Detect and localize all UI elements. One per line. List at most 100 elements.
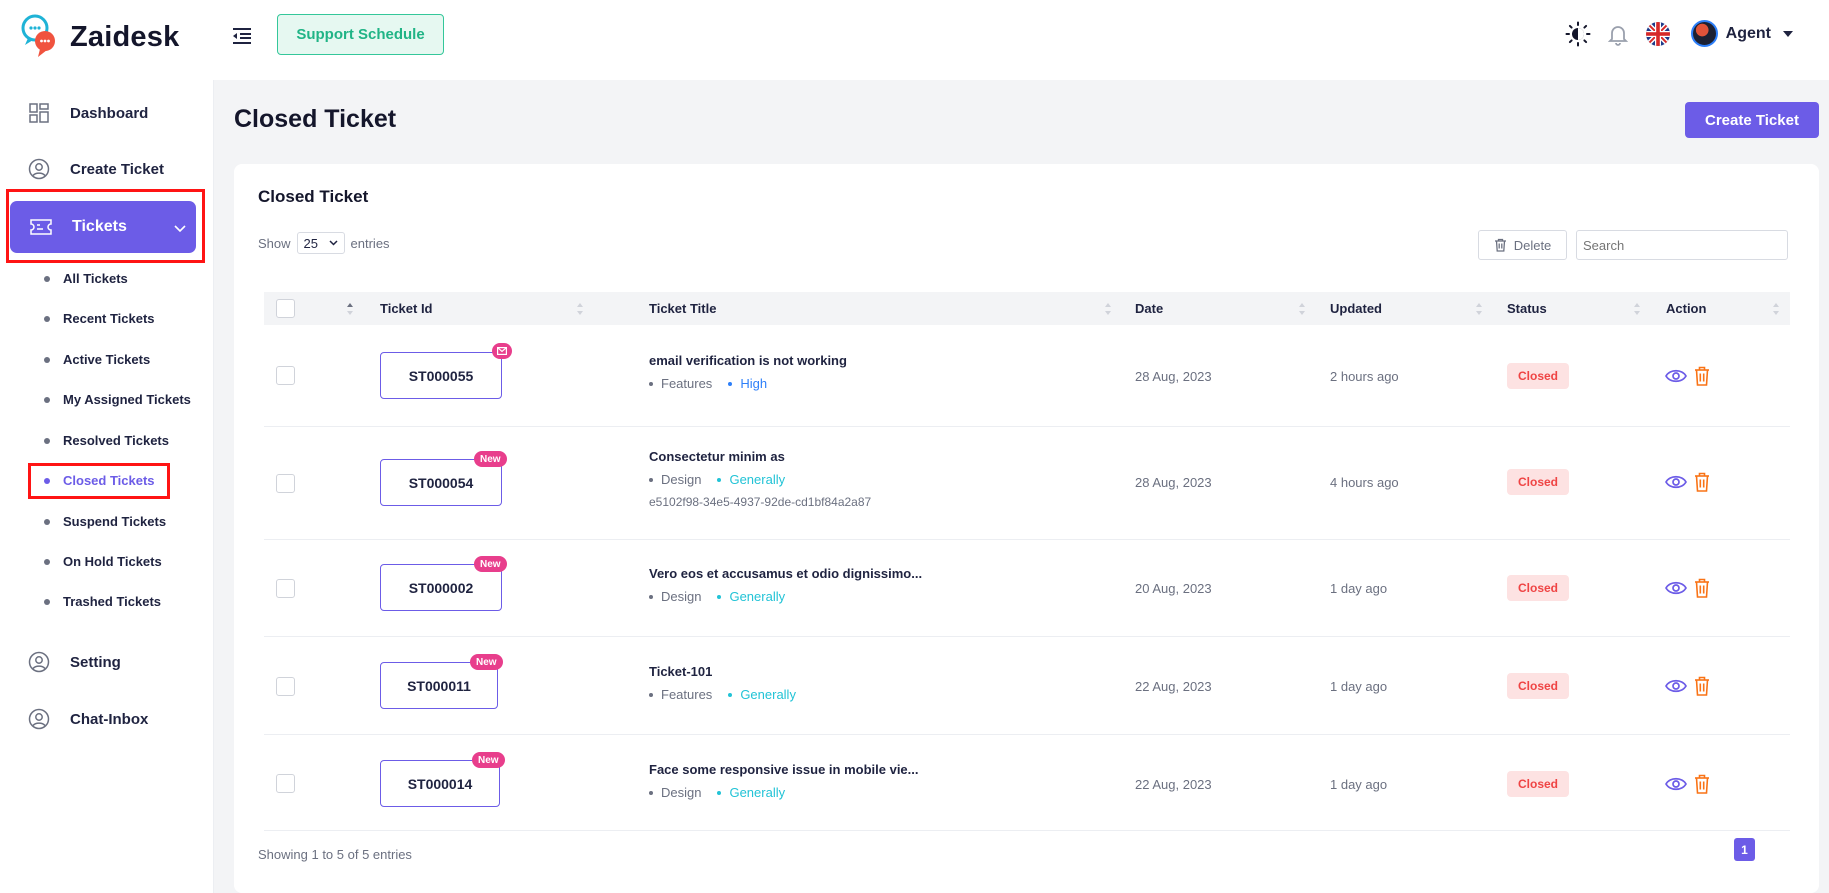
search-input[interactable] <box>1576 230 1788 260</box>
table-row[interactable]: ST000055 email verification is not worki… <box>264 327 1790 427</box>
select-all-checkbox[interactable] <box>276 299 295 318</box>
status-badge: Closed <box>1507 363 1569 389</box>
sidebar-sub-resolved-tickets[interactable]: Resolved Tickets <box>44 433 169 448</box>
sub-item-label: Suspend Tickets <box>63 514 167 529</box>
table-row[interactable]: ST000014 New Face some responsive issue … <box>264 735 1790 831</box>
sort-icon[interactable] <box>1298 302 1306 316</box>
ticket-title[interactable]: email verification is not working <box>649 353 847 368</box>
column-header-action[interactable]: Action <box>1666 292 1706 325</box>
sidebar-sub-suspend-tickets[interactable]: Suspend Tickets <box>44 514 166 529</box>
ticket-id: ST000055 <box>408 367 474 384</box>
trash-icon[interactable] <box>1691 773 1713 795</box>
priority-label: Generally <box>729 589 786 604</box>
ticket-title[interactable]: Ticket-101 <box>649 664 796 679</box>
sub-item-label: My Assigned Tickets <box>63 392 191 407</box>
create-ticket-button[interactable]: Create Ticket <box>1685 102 1819 138</box>
menu-toggle-icon[interactable] <box>231 26 253 46</box>
sidebar-item-dashboard[interactable]: Dashboard <box>28 102 148 124</box>
sidebar-item-label: Chat-Inbox <box>70 710 149 728</box>
column-header-ticket-title[interactable]: Ticket Title <box>649 292 716 325</box>
trash-icon[interactable] <box>1691 365 1713 387</box>
ticket-title[interactable]: Face some responsive issue in mobile vie… <box>649 762 919 777</box>
entries-select[interactable]: 25 <box>296 232 345 254</box>
sort-icon[interactable] <box>576 302 584 316</box>
table-row[interactable]: ST000011 New Ticket-101 Features General… <box>264 637 1790 735</box>
ticket-tags: Design Generally <box>649 785 919 800</box>
highlight-box <box>6 189 205 263</box>
sidebar-sub-trashed-tickets[interactable]: Trashed Tickets <box>44 594 161 609</box>
priority-tag: Generally <box>717 785 785 800</box>
column-header-updated[interactable]: Updated <box>1330 292 1382 325</box>
status-badge: Closed <box>1507 673 1569 699</box>
sidebar-item-create-ticket[interactable]: Create Ticket <box>28 158 164 180</box>
priority-label: Generally <box>729 785 786 800</box>
status-badge: Closed <box>1507 469 1569 495</box>
sidebar-item-setting[interactable]: Setting <box>28 651 121 673</box>
bullet-icon <box>649 692 653 697</box>
brand[interactable]: Zaidesk <box>20 14 179 60</box>
theme-toggle-icon[interactable] <box>1565 21 1591 47</box>
sidebar-sub-my-assigned-tickets[interactable]: My Assigned Tickets <box>44 392 191 407</box>
trash-icon[interactable] <box>1691 675 1713 697</box>
dashboard-icon <box>28 102 50 124</box>
category-label: Design <box>661 589 702 604</box>
column-header-date[interactable]: Date <box>1135 292 1163 325</box>
ticket-id-box[interactable]: ST000055 <box>380 352 502 399</box>
delete-button[interactable]: Delete <box>1478 230 1567 260</box>
sub-item-label: Trashed Tickets <box>63 594 162 609</box>
bullet-icon <box>44 396 50 403</box>
language-flag-icon[interactable] <box>1645 21 1671 47</box>
eye-icon[interactable] <box>1665 675 1687 697</box>
sidebar-item-chat-inbox[interactable]: Chat-Inbox <box>28 708 148 730</box>
sort-icon[interactable] <box>1104 302 1112 316</box>
new-badge: New <box>474 556 507 572</box>
trash-icon[interactable] <box>1691 577 1713 599</box>
table-row[interactable]: ST000002 New Vero eos et accusamus et od… <box>264 540 1790 637</box>
column-header-status[interactable]: Status <box>1507 292 1547 325</box>
logo-icon <box>20 14 56 60</box>
sub-item-label: All Tickets <box>63 271 128 286</box>
status-badge: Closed <box>1507 575 1569 601</box>
row-checkbox[interactable] <box>276 579 295 598</box>
column-header-ticket-id[interactable]: Ticket Id <box>380 292 433 325</box>
bullet-icon <box>649 381 653 386</box>
pagination-page-1[interactable]: 1 <box>1734 838 1755 861</box>
category-label: Design <box>661 472 702 487</box>
notification-bell-icon[interactable] <box>1605 21 1631 47</box>
sidebar-sub-all-tickets[interactable]: All Tickets <box>44 271 128 286</box>
user-name: Agent <box>1725 24 1771 42</box>
trash-icon[interactable] <box>1691 471 1713 493</box>
ticket-title-cell: Ticket-101 Features Generally <box>649 664 796 702</box>
updated-cell: 2 hours ago <box>1330 369 1399 384</box>
priority-label: Generally <box>740 687 796 702</box>
new-badge: New <box>474 451 507 467</box>
eye-icon[interactable] <box>1665 471 1687 493</box>
eye-icon[interactable] <box>1665 577 1687 599</box>
row-checkbox[interactable] <box>276 677 295 696</box>
ticket-title[interactable]: Vero eos et accusamus et odio dignissimo… <box>649 566 922 581</box>
bullet-icon <box>728 381 733 386</box>
row-checkbox[interactable] <box>276 366 295 385</box>
sidebar-sub-recent-tickets[interactable]: Recent Tickets <box>44 311 155 326</box>
table-row[interactable]: ST000054 New Consectetur minim as Design… <box>264 427 1790 540</box>
sort-icon[interactable] <box>346 302 354 316</box>
bullet-icon <box>649 594 653 599</box>
row-checkbox[interactable] <box>276 774 295 793</box>
ticket-tags: Features High <box>649 376 847 391</box>
eye-icon[interactable] <box>1665 773 1687 795</box>
sort-icon[interactable] <box>1772 302 1780 316</box>
sidebar-sub-on-hold-tickets[interactable]: On Hold Tickets <box>44 554 162 569</box>
sort-icon[interactable] <box>1475 302 1483 316</box>
bullet-icon <box>44 275 50 282</box>
ticket-tags: Features Generally <box>649 687 796 702</box>
ticket-title[interactable]: Consectetur minim as <box>649 449 871 464</box>
user-menu[interactable]: Agent <box>1690 20 1793 47</box>
category-tag: Design <box>649 472 701 487</box>
eye-icon[interactable] <box>1665 365 1687 387</box>
bullet-icon <box>44 315 50 322</box>
sidebar-sub-active-tickets[interactable]: Active Tickets <box>44 352 150 367</box>
row-checkbox[interactable] <box>276 474 295 493</box>
sort-icon[interactable] <box>1633 302 1641 316</box>
sidebar-item-label: Setting <box>70 653 121 671</box>
support-schedule-button[interactable]: Support Schedule <box>277 14 444 55</box>
